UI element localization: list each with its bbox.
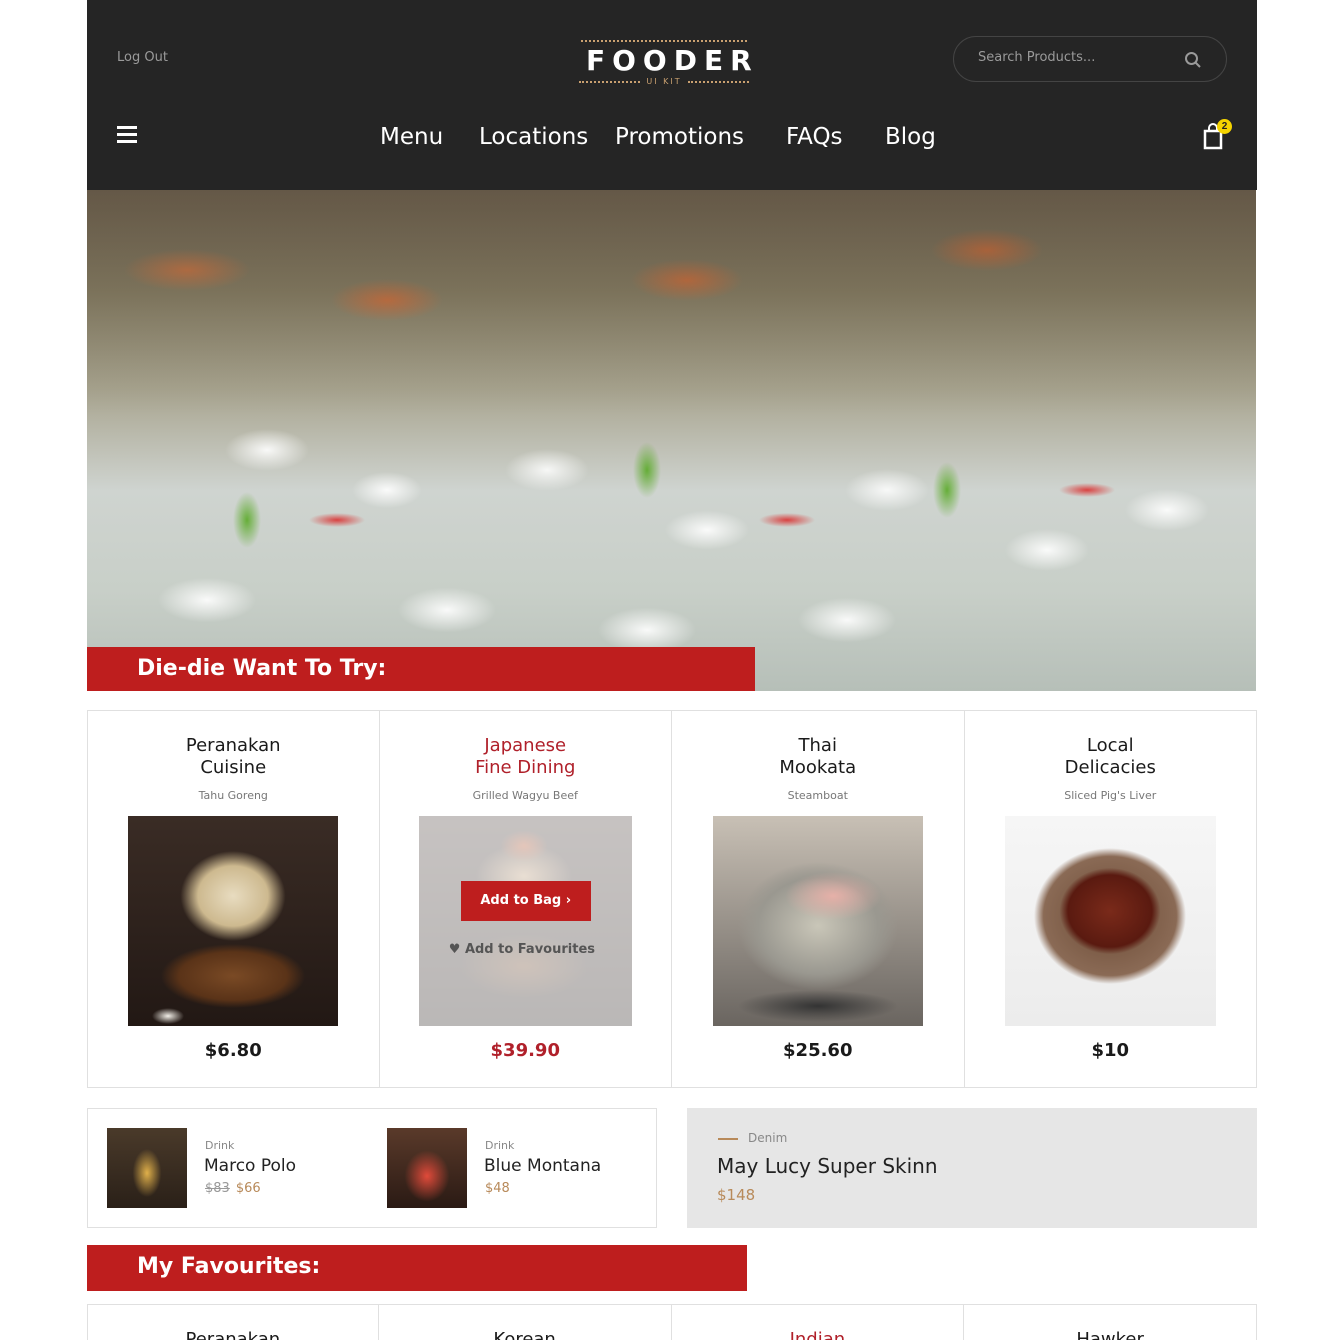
favourite-title: Korean — [493, 1329, 556, 1340]
die-die-banner: Die-die Want To Try: — [87, 647, 755, 691]
drinks-panel: Drink Marco Polo $83 $66 Drink Blue Monta… — [87, 1108, 657, 1228]
favourite-title: Hawker — [1076, 1329, 1144, 1340]
promo-category: Denim — [748, 1131, 788, 1145]
favourite-card[interactable]: Indian — [672, 1305, 965, 1340]
drink-price: $48 — [485, 1181, 510, 1196]
favourite-card[interactable]: Hawker — [964, 1305, 1256, 1340]
product-title: Thai Mookata — [779, 735, 857, 778]
add-to-favourites-button[interactable]: ♥ Add to Favourites — [449, 942, 595, 957]
product-card[interactable]: Thai Mookata Steamboat $25.60 — [672, 711, 965, 1087]
product-title: Peranakan Cuisine — [185, 735, 281, 778]
fooder-logo[interactable]: FOODER UI KIT — [579, 40, 759, 86]
logo-subtitle: UI KIT — [579, 77, 749, 86]
drink-category: Drink — [205, 1139, 235, 1152]
nav-menu[interactable]: Menu — [380, 124, 443, 150]
product-dish: Tahu Goreng — [198, 789, 268, 802]
favourite-title: Indian — [789, 1329, 846, 1340]
heart-icon: ♥ — [448, 942, 461, 957]
favourites-grid: Peranakan Korean Indian Hawker — [87, 1304, 1257, 1340]
drink-prices: $83 $66 — [205, 1181, 261, 1196]
nav-faqs[interactable]: FAQs — [786, 124, 843, 150]
product-price: $39.90 — [490, 1040, 560, 1061]
featured-grid: Peranakan Cuisine Tahu Goreng $6.80 Japan… — [87, 710, 1257, 1088]
logo-subtitle-text: UI KIT — [646, 77, 682, 86]
wagyu-beef-image: Add to Bag › ♥ Add to Favourites — [418, 816, 632, 1026]
my-favourites-banner: My Favourites: — [87, 1245, 747, 1291]
shopping-bag-icon[interactable]: 2 — [1202, 119, 1232, 150]
product-price: $10 — [1091, 1040, 1130, 1061]
product-dish: Steamboat — [787, 789, 848, 802]
product-card[interactable]: Local Delicacies Sliced Pig's Liver $10 — [965, 711, 1257, 1087]
favourite-title: Peranakan — [185, 1329, 281, 1340]
drink-prices: $48 — [485, 1181, 510, 1196]
promo-dash — [718, 1138, 738, 1140]
search-input[interactable] — [978, 50, 1178, 65]
product-dish: Sliced Pig's Liver — [1064, 789, 1157, 802]
product-dish: Grilled Wagyu Beef — [472, 789, 578, 802]
mookata-image — [712, 816, 923, 1026]
search-box[interactable] — [953, 36, 1227, 82]
add-to-bag-button[interactable]: Add to Bag › — [460, 881, 591, 921]
logo-text: FOODER — [586, 44, 759, 77]
drink-price: $66 — [235, 1181, 261, 1196]
pig-liver-image — [1004, 816, 1216, 1026]
hero-image — [87, 190, 1256, 691]
drink-name: Marco Polo — [204, 1156, 297, 1176]
blue-montana-thumb — [387, 1128, 467, 1208]
product-title: Japanese Fine Dining — [475, 735, 576, 778]
nav-promotions[interactable]: Promotions — [615, 124, 744, 150]
favourite-card[interactable]: Korean — [379, 1305, 672, 1340]
product-card-active[interactable]: Japanese Fine Dining Grilled Wagyu Beef A… — [380, 711, 672, 1087]
product-price: $6.80 — [204, 1040, 262, 1061]
die-die-banner-text: Die-die Want To Try: — [137, 656, 387, 681]
cart-count-badge: 2 — [1217, 119, 1232, 134]
nav-locations[interactable]: Locations — [479, 124, 588, 150]
drink-category: Drink — [485, 1139, 515, 1152]
promo-price: $148 — [717, 1186, 756, 1204]
marco-polo-thumb — [107, 1128, 187, 1208]
search-icon[interactable] — [1184, 51, 1202, 69]
site-header: Log Out FOODER UI KIT Menu Locations Pro… — [87, 0, 1257, 190]
menu-hamburger-icon[interactable] — [117, 126, 137, 144]
drink-old-price: $83 — [205, 1181, 230, 1196]
product-title: Local Delicacies — [1064, 735, 1156, 778]
nav-blog[interactable]: Blog — [885, 124, 936, 150]
hover-overlay — [418, 816, 632, 1026]
product-price: $25.60 — [783, 1040, 853, 1061]
promo-card[interactable]: Denim May Lucy Super Skinn $148 — [687, 1108, 1257, 1228]
product-card[interactable]: Peranakan Cuisine Tahu Goreng $6.80 — [88, 711, 380, 1087]
promo-name: May Lucy Super Skinn — [717, 1154, 938, 1178]
tahu-goreng-image — [128, 816, 339, 1026]
drink-name: Blue Montana — [484, 1156, 602, 1176]
my-favourites-banner-text: My Favourites: — [137, 1254, 321, 1279]
logout-link[interactable]: Log Out — [117, 50, 168, 65]
favourite-card[interactable]: Peranakan — [88, 1305, 379, 1340]
